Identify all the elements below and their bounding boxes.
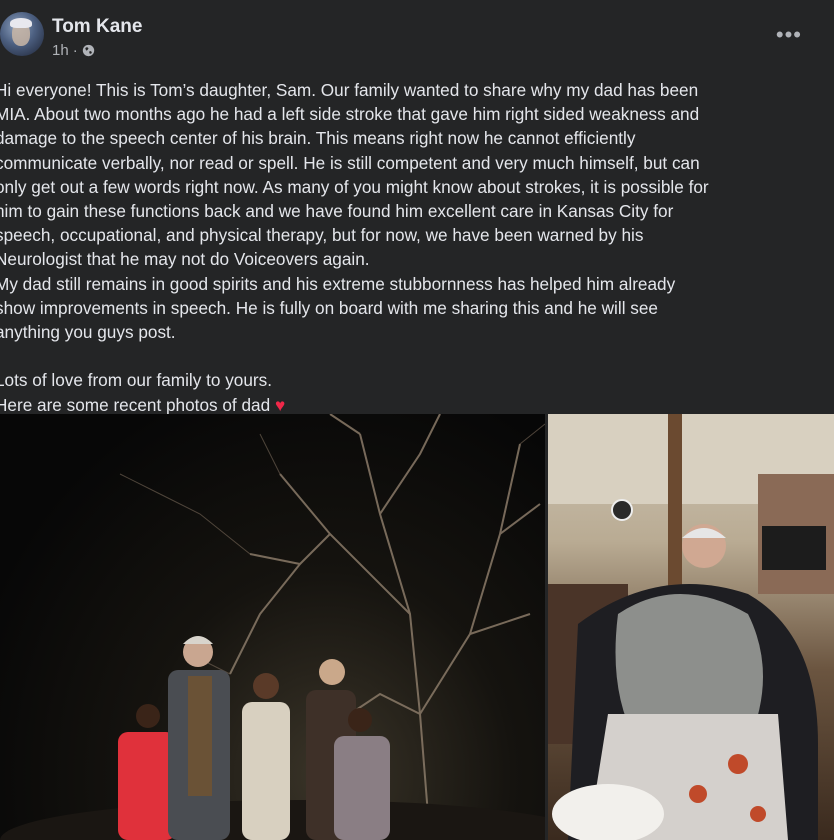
globe-icon <box>82 44 95 57</box>
post-text: Hi everyone! This is Tom’s daughter, Sam… <box>0 80 709 415</box>
post-body: Hi everyone! This is Tom’s daughter, Sam… <box>0 78 833 417</box>
author-name[interactable]: Tom Kane <box>52 16 142 38</box>
post-timestamp[interactable]: 1h <box>52 42 69 59</box>
photo-grid[interactable] <box>0 414 834 840</box>
heart-emoji: ♥ <box>274 394 286 415</box>
family-photo-outdoor[interactable] <box>0 414 545 840</box>
post-meta: 1h · <box>52 42 95 59</box>
more-options-icon[interactable]: ••• <box>776 24 802 46</box>
post-header: Tom Kane 1h · ••• <box>0 0 834 72</box>
hug-photo-indoor[interactable] <box>548 414 834 840</box>
avatar[interactable] <box>0 12 44 56</box>
